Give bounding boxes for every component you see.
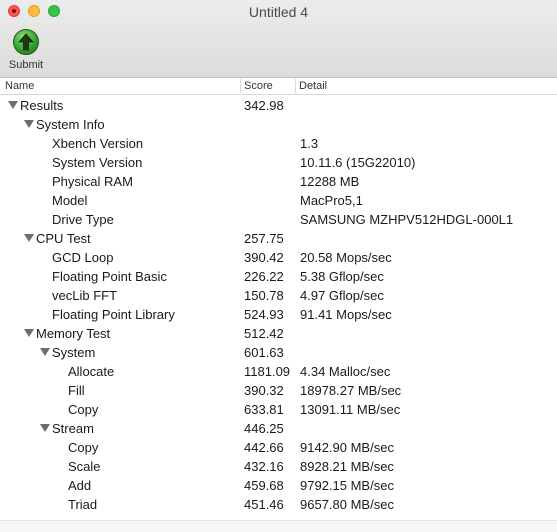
table-row[interactable]: System Version 10.11.6 (15G22010) bbox=[0, 153, 557, 172]
row-name: System bbox=[52, 345, 96, 360]
table-row[interactable]: Copy 633.81 13091.11 MB/sec bbox=[0, 400, 557, 419]
row-name: GCD Loop bbox=[52, 250, 114, 265]
table-row[interactable]: Add 459.68 9792.15 MB/sec bbox=[0, 476, 557, 495]
row-detail: 12288 MB bbox=[300, 174, 360, 189]
row-detail: 13091.11 MB/sec bbox=[300, 402, 401, 417]
row-name: Xbench Version bbox=[52, 136, 144, 151]
table-row[interactable]: Floating Point Basic 226.22 5.38 Gflop/sec bbox=[0, 267, 557, 286]
row-detail: MacPro5,1 bbox=[300, 193, 363, 208]
table-row[interactable]: Physical RAM 12288 MB bbox=[0, 172, 557, 191]
xbench-window: Untitled 4 Submit Name Score Detail Resu… bbox=[0, 0, 557, 532]
table-row[interactable]: Xbench Version 1.3 bbox=[0, 134, 557, 153]
row-name: System Version bbox=[52, 155, 143, 170]
row-name: Results bbox=[20, 98, 64, 113]
table-header: Name Score Detail bbox=[0, 78, 557, 95]
row-name: Copy bbox=[68, 440, 99, 455]
upload-arrow-icon bbox=[13, 29, 39, 55]
disclosure-triangle-icon[interactable] bbox=[24, 234, 34, 242]
disclosure-triangle-icon[interactable] bbox=[24, 120, 34, 128]
row-detail: 18978.27 MB/sec bbox=[300, 383, 402, 398]
disclosure-triangle-icon[interactable] bbox=[24, 329, 34, 337]
row-name: Memory Test bbox=[36, 326, 111, 341]
row-score: 442.66 bbox=[244, 440, 284, 455]
row-score: 432.16 bbox=[244, 459, 284, 474]
table-row[interactable]: Memory Test 512.42 bbox=[0, 324, 557, 343]
row-score: 390.32 bbox=[244, 383, 284, 398]
table-row[interactable]: Copy 442.66 9142.90 MB/sec bbox=[0, 438, 557, 457]
column-header-score[interactable]: Score bbox=[244, 80, 273, 95]
table-row[interactable]: Drive Type SAMSUNG MZHPV512HDGL-000L1 bbox=[0, 210, 557, 229]
row-name: Stream bbox=[52, 421, 94, 436]
row-detail: 1.3 bbox=[300, 136, 319, 151]
column-header-detail[interactable]: Detail bbox=[299, 80, 327, 95]
row-name: Model bbox=[52, 193, 88, 208]
row-name: Add bbox=[68, 478, 92, 493]
row-detail: 20.58 Mops/sec bbox=[300, 250, 392, 265]
row-detail: 10.11.6 (15G22010) bbox=[300, 155, 416, 170]
column-divider[interactable] bbox=[295, 79, 296, 93]
table-row[interactable]: Model MacPro5,1 bbox=[0, 191, 557, 210]
row-score: 150.78 bbox=[244, 288, 284, 303]
title-bar: Untitled 4 Submit bbox=[0, 0, 557, 78]
row-score: 1181.09 bbox=[244, 364, 291, 379]
table-row[interactable]: Scale 432.16 8928.21 MB/sec bbox=[0, 457, 557, 476]
row-name: Fill bbox=[68, 383, 85, 398]
row-score: 512.42 bbox=[244, 326, 284, 341]
table-row[interactable]: Floating Point Library 524.93 91.41 Mops/s… bbox=[0, 305, 557, 324]
row-detail: SAMSUNG MZHPV512HDGL-000L1 bbox=[300, 212, 514, 227]
row-detail: 8928.21 MB/sec bbox=[300, 459, 394, 474]
table-row[interactable]: Fill 390.32 18978.27 MB/sec bbox=[0, 381, 557, 400]
row-name: Triad bbox=[68, 497, 98, 512]
disclosure-triangle-icon[interactable] bbox=[40, 424, 50, 432]
table-row[interactable]: Triad 451.46 9657.80 MB/sec bbox=[0, 495, 557, 514]
row-score: 459.68 bbox=[244, 478, 284, 493]
row-name: Allocate bbox=[68, 364, 115, 379]
results-outline: Results 342.98 System Info Xbench Version 1.… bbox=[0, 96, 557, 514]
row-name: vecLib FFT bbox=[52, 288, 118, 303]
row-score: 601.63 bbox=[244, 345, 284, 360]
table-row[interactable]: Results 342.98 bbox=[0, 96, 557, 115]
row-score: 257.75 bbox=[244, 231, 284, 246]
row-score: 342.98 bbox=[244, 98, 284, 113]
window-title: Untitled 4 bbox=[248, 4, 309, 20]
table-row[interactable]: Stream 446.25 bbox=[0, 419, 557, 438]
submit-label: Submit bbox=[8, 59, 44, 71]
row-detail: 9142.90 MB/sec bbox=[300, 440, 394, 455]
window-bottom-edge bbox=[0, 520, 557, 532]
row-name: Scale bbox=[68, 459, 101, 474]
row-detail: 9792.15 MB/sec bbox=[300, 478, 394, 493]
row-score: 524.93 bbox=[244, 307, 284, 322]
row-name: CPU Test bbox=[36, 231, 91, 246]
row-score: 451.46 bbox=[244, 497, 284, 512]
table-row[interactable]: Allocate 1181.09 4.34 Malloc/sec bbox=[0, 362, 557, 381]
row-detail: 91.41 Mops/sec bbox=[300, 307, 392, 322]
table-row[interactable]: CPU Test 257.75 bbox=[0, 229, 557, 248]
table-row[interactable]: GCD Loop 390.42 20.58 Mops/sec bbox=[0, 248, 557, 267]
table-row[interactable]: vecLib FFT 150.78 4.97 Gflop/sec bbox=[0, 286, 557, 305]
submit-button[interactable]: Submit bbox=[2, 27, 50, 75]
row-name: System Info bbox=[36, 117, 105, 132]
row-name: Physical RAM bbox=[52, 174, 133, 189]
row-name: Floating Point Basic bbox=[52, 269, 167, 284]
row-detail: 9657.80 MB/sec bbox=[300, 497, 394, 512]
row-name: Drive Type bbox=[52, 212, 114, 227]
column-header-name[interactable]: Name bbox=[5, 80, 34, 95]
row-score: 633.81 bbox=[244, 402, 284, 417]
row-name: Copy bbox=[68, 402, 99, 417]
row-detail: 4.34 Malloc/sec bbox=[300, 364, 391, 379]
disclosure-triangle-icon[interactable] bbox=[40, 348, 50, 356]
row-detail: 4.97 Gflop/sec bbox=[300, 288, 384, 303]
row-score: 446.25 bbox=[244, 421, 284, 436]
table-row[interactable]: System 601.63 bbox=[0, 343, 557, 362]
row-name: Floating Point Library bbox=[52, 307, 175, 322]
disclosure-triangle-icon[interactable] bbox=[8, 101, 18, 109]
row-score: 226.22 bbox=[244, 269, 284, 284]
row-score: 390.42 bbox=[244, 250, 284, 265]
row-detail: 5.38 Gflop/sec bbox=[300, 269, 384, 284]
table-row[interactable]: System Info bbox=[0, 115, 557, 134]
column-divider[interactable] bbox=[240, 79, 241, 93]
